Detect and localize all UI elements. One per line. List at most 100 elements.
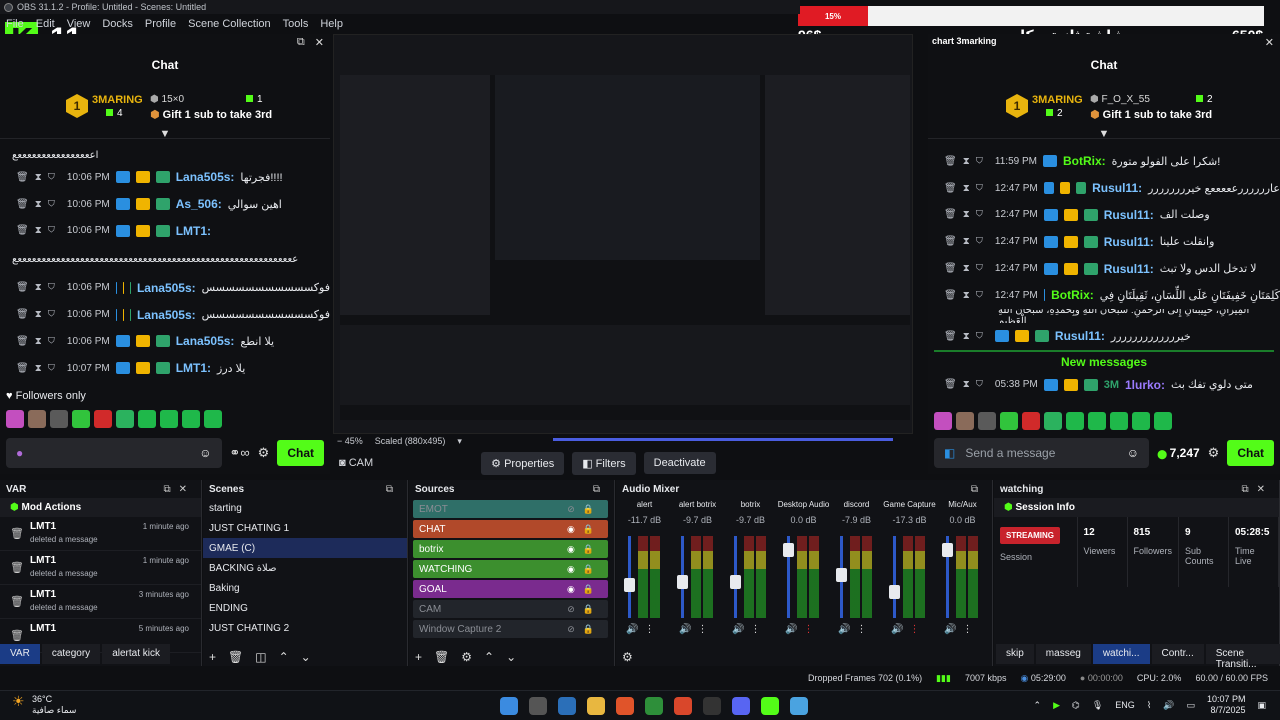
emoji-icon[interactable]: ☺	[1127, 446, 1139, 460]
source-item[interactable]: EMOT ⊘🔒	[413, 500, 608, 518]
emote[interactable]	[50, 410, 68, 428]
xbox-icon[interactable]	[645, 697, 663, 715]
emote[interactable]	[1044, 412, 1062, 430]
wifi-icon[interactable]: ⌇	[1147, 700, 1151, 711]
chat-message[interactable]: 🗑⧗⛉ 12:47 PM BotRix: كَلِمَتَانِ خَفِيفَتَا…	[928, 282, 1280, 309]
message-user[interactable]: Lana505s:	[137, 281, 196, 295]
volume-icon[interactable]: 🔊	[1163, 700, 1174, 711]
add-icon[interactable]: +	[415, 650, 422, 664]
tab-category[interactable]: category	[41, 644, 101, 664]
mod-tools[interactable]: 🗑⧗⛉	[944, 263, 989, 274]
mod-tools[interactable]: 🗑⧗⛉	[944, 156, 989, 167]
dock-controls[interactable]: ⧉	[593, 484, 608, 495]
chat-message[interactable]: 🗑⧗⛉ 10:06 PM Lana505s: فوكسسسسسسسسسسس	[0, 274, 330, 301]
chat-message[interactable]: 🗑⧗⛉ 10:06 PM Lana505s: فوكسسسسسسسسسسس	[0, 301, 330, 328]
emote[interactable]	[1000, 412, 1018, 430]
chevron-down-icon[interactable]: ⌄	[301, 650, 311, 664]
menu-item-tools[interactable]: Tools	[283, 18, 309, 30]
chat-message[interactable]: 🗑⧗⛉ Rusul11: خيررررررررررررر	[928, 323, 1280, 350]
emoji-icon[interactable]: ☺	[199, 446, 211, 460]
obs-taskbar-icon[interactable]	[703, 697, 721, 715]
emote[interactable]	[6, 410, 24, 428]
chat-message[interactable]: 🗑⧗⛉ 12:47 PM Rusul11: لا تدخل الدس ولا تبث	[928, 255, 1280, 282]
chrome-icon[interactable]	[674, 697, 692, 715]
app-icon[interactable]	[790, 697, 808, 715]
gear-icon[interactable]: ⚙	[1208, 445, 1220, 461]
source-item[interactable]: CAM ⊘🔒	[413, 600, 608, 618]
chat-send-button[interactable]: Chat	[277, 440, 324, 466]
brave-icon[interactable]	[616, 697, 634, 715]
folder-icon[interactable]	[587, 697, 605, 715]
visibility-lock-icons[interactable]: ◉🔒	[567, 584, 602, 595]
task-view-icon[interactable]	[529, 697, 547, 715]
message-user[interactable]: BotRix:	[1063, 154, 1106, 168]
gear-icon[interactable]: ⚙	[622, 650, 633, 664]
message-user[interactable]: 1lurko:	[1125, 378, 1165, 392]
volume-slider-handle[interactable]	[942, 543, 953, 557]
volume-slider-handle[interactable]	[783, 543, 794, 557]
mod-tools[interactable]: 🗑⧗⛉	[944, 290, 989, 301]
message-user[interactable]: LMT1:	[176, 361, 211, 375]
menu-item-profile[interactable]: Profile	[145, 18, 176, 30]
store-icon[interactable]	[558, 697, 576, 715]
mic-icon[interactable]: ●	[16, 446, 23, 460]
mute-button[interactable]: 🔊⋮	[838, 624, 872, 635]
notification-icon[interactable]: ▣	[1257, 700, 1266, 711]
gear-icon[interactable]: ⚙	[258, 445, 270, 461]
chat-send-button[interactable]: Chat	[1227, 440, 1274, 466]
menu-item-edit[interactable]: Edit	[36, 18, 55, 30]
volume-slider-handle[interactable]	[836, 567, 847, 582]
network-icon[interactable]: ⌬	[1072, 700, 1080, 711]
message-user[interactable]: Lana505s:	[176, 334, 235, 348]
mod-tools[interactable]: 🗑⧗⛉	[944, 236, 989, 247]
dock-controls[interactable]: ⧉✕	[163, 484, 195, 495]
emote[interactable]	[116, 410, 134, 428]
message-user[interactable]: Rusul11:	[1104, 262, 1154, 276]
emote[interactable]	[182, 410, 200, 428]
message-user[interactable]: Rusul11:	[1055, 329, 1105, 343]
mod-tools[interactable]: 🗑⧗⛉	[16, 363, 61, 374]
emote[interactable]	[94, 410, 112, 428]
obs-preview[interactable]	[333, 34, 913, 434]
volume-slider-track[interactable]	[628, 536, 631, 618]
emote[interactable]	[138, 410, 156, 428]
visibility-lock-icons[interactable]: ⊘🔒	[567, 604, 602, 615]
emote[interactable]	[934, 412, 952, 430]
emote[interactable]	[160, 410, 178, 428]
visibility-lock-icons[interactable]: ◉🔒	[567, 544, 602, 555]
volume-slider-track[interactable]	[893, 536, 896, 618]
mod-tools[interactable]: 🗑⧗⛉	[16, 336, 61, 347]
discord-icon[interactable]	[732, 697, 750, 715]
float-icon[interactable]: ⧉	[297, 36, 305, 49]
preview-scale[interactable]: Scaled (880x495)	[375, 436, 446, 446]
message-user[interactable]: Rusul11:	[1092, 181, 1142, 195]
source-item[interactable]: CHAT ◉🔒	[413, 520, 608, 538]
properties-button[interactable]: ⚙ Properties	[481, 451, 565, 475]
emote[interactable]	[1110, 412, 1128, 430]
mute-button[interactable]: 🔊⋮	[626, 624, 660, 635]
emote[interactable]	[1022, 412, 1040, 430]
mod-tools[interactable]: 🗑⧗⛉	[944, 331, 989, 342]
gear-icon[interactable]: ⚙	[461, 650, 472, 664]
scene-item[interactable]: Baking	[203, 578, 407, 598]
play-icon[interactable]: ▶	[1053, 700, 1060, 711]
emote[interactable]	[1132, 412, 1150, 430]
scene-item[interactable]: BACKING صلاة	[203, 558, 407, 578]
mod-tools[interactable]: 🗑⧗⛉	[16, 309, 61, 320]
scene-item[interactable]: JUST CHATING 2	[203, 618, 407, 638]
message-user[interactable]: BotRix:	[1051, 288, 1094, 302]
dock-controls[interactable]: ⧉	[971, 484, 986, 495]
chat-message[interactable]: 🗑⧗⛉ 12:47 PM Rusul11: وصلت الف	[928, 202, 1280, 229]
dock-controls[interactable]: ⧉	[386, 484, 401, 495]
source-item[interactable]: Window Capture 2 ⊘🔒	[413, 620, 608, 638]
mod-action-item[interactable]: LMT1deleted a message3 minutes ago	[0, 585, 201, 619]
chevron-up-icon[interactable]: ⌃	[484, 650, 494, 664]
message-user[interactable]: LMT1:	[176, 224, 211, 238]
tab-alertat-kick[interactable]: alertat kick	[102, 644, 170, 664]
chevron-down-icon[interactable]: ▾	[457, 436, 462, 447]
dock-controls[interactable]: ⧉✕	[1241, 484, 1273, 495]
source-item[interactable]: WATCHING ◉🔒	[413, 560, 608, 578]
mod-tools[interactable]: 🗑⧗⛉	[16, 199, 61, 210]
chat-message[interactable]: 🗑⧗⛉ 05:38 PM 3M 1lurko: متى دلوي تفك بث	[928, 372, 1280, 399]
trash-icon[interactable]: 🗑	[228, 650, 243, 664]
